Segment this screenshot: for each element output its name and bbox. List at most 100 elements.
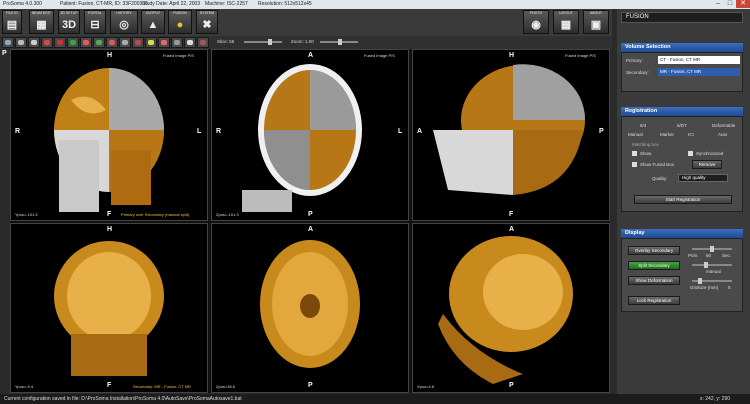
primary-select[interactable]: CT - Fusion, CT MR [658,56,740,64]
history-icon: ◎ [119,19,129,31]
title-bar: ProSoma 4.0.300 Patient: Fusion, CT-MR, … [0,0,750,9]
reset-tool-button[interactable] [197,37,209,48]
pane-axial-mr[interactable]: A P Zpos=36.6 [211,223,409,393]
prim-label: Prim. [688,253,699,258]
manual-label: manual [706,269,721,274]
matching-box-label: Matching box [632,142,659,147]
layout-button[interactable]: LAYOUT ▦ [553,10,579,34]
blend-percent: 50 [706,253,712,258]
fusion-icon: ● [176,19,184,31]
brush-tool-button[interactable] [67,37,79,48]
blend-slider[interactable] [692,246,732,252]
pane5-position: Zpos=36.6 [216,384,236,389]
method-manual-option[interactable]: Manual [628,132,643,137]
gridsize-label: Gridsize (mm) [690,285,719,290]
zoom-label: Zoom: 1.00 [291,39,314,44]
secondary-select[interactable]: MR - Fusion, CT MR [658,68,740,76]
pane4-caption: Secondary: MR - Fusion, CT MR [133,384,191,389]
method-auto-option[interactable]: Auto [718,132,727,137]
tool-strip: Slice: 55 Zoom: 1.00 [0,36,612,49]
mode-6dt-option[interactable]: 6/DT [677,123,687,128]
image-viewer[interactable]: H F R L Fused Image P/S Ypos=-101.3 Prim… [10,49,610,393]
gridsize-slider[interactable] [692,278,732,284]
start-registration-button[interactable]: Start Registration [634,195,732,204]
3d-setup-button[interactable]: 3D SETUP 3D [58,10,80,34]
show-fused-box-label: Show Fused Box [640,162,675,167]
secondary-label: Secondary: [626,70,649,75]
split-secondary-button[interactable]: Split Secondary [628,261,680,270]
method-marker-option[interactable]: Marker [660,132,674,137]
pen-tool-button[interactable] [28,37,40,48]
show-checkbox[interactable] [632,151,637,156]
pointer-tool-button[interactable] [2,37,14,48]
file-id-button[interactable]: FILE ID ▤ [2,10,22,34]
pane3-right-label: P [599,128,604,135]
registration-header: Registration [621,107,743,116]
pane2-left-label: R [216,128,222,135]
about-button[interactable]: ABOUT ▣ [583,10,609,34]
mode-6-3-option[interactable]: 6/3 [640,123,646,128]
show-deformation-button[interactable]: Show Deformation [628,276,680,285]
pane1-top-label: H [107,52,113,59]
pane-coronal-mr[interactable]: H F Ypos=-9.4 Secondary: MR - Fusion, CT… [10,223,208,393]
axial-fused-image [242,64,362,212]
output-button[interactable]: OUTPUT ▲ [141,10,165,34]
show-fused-box-checkbox[interactable] [632,162,637,167]
pane5-bottom-label: P [308,382,313,389]
pane3-bottom-label: F [509,211,514,218]
copy-tool-button[interactable] [106,37,118,48]
split-slider[interactable] [692,262,732,268]
fill-tool-button[interactable] [80,37,92,48]
pane-sagittal-fused[interactable]: H F A P Fused Image P/S [412,49,610,221]
history-button[interactable]: HISTORY ◎ [110,10,138,34]
display-panel: Overlay Secondary Split Secondary Show D… [621,238,743,312]
volume-selection-header: Volume Selection [621,43,743,52]
pane-axial-fused[interactable]: A P R L Fused Image P/S Zpos=-101.3 [211,49,409,221]
pane-sagittal-mr[interactable]: A P Xpos=4.6 [412,223,610,393]
output-icon: ▲ [147,19,159,31]
camera-icon: ◉ [531,19,541,31]
fusion-button[interactable]: FUSION ● [168,10,192,34]
slice-slider[interactable] [244,39,282,45]
volume-selection-panel: Primary: CT - Fusion, CT MR Secondary: M… [621,52,743,92]
cursor-coords: x: 242, y: 290 [700,396,731,402]
tools-icon: ✖ [202,19,212,31]
undo-tool-button[interactable] [132,37,144,48]
portal-button[interactable]: PORTAL ⊟ [84,10,106,34]
system-button[interactable]: SYSTEM ✖ [196,10,218,34]
synchronized-label: Synchronized [696,151,724,156]
pane6-position: Xpos=4.6 [417,384,435,389]
close-icon[interactable]: ✕ [736,0,750,8]
measure-tool-button[interactable] [145,37,157,48]
beam-edit-button[interactable]: BEAM EDIT ▦ [29,10,54,34]
pane-coronal-fused[interactable]: H F R L Fused Image P/S Ypos=-101.3 Prim… [10,49,208,221]
3d-text-icon: 3D [61,19,77,31]
erase-tool-button[interactable] [93,37,105,48]
zoom-tool-button[interactable] [184,37,196,48]
pane1-bottom-label: F [107,211,112,218]
mode-deformable-option[interactable]: Deformable [712,123,735,128]
pane2-bottom-label: P [308,211,313,218]
quality-select[interactable]: High quality [678,174,728,182]
paste-tool-button[interactable] [119,37,131,48]
sec-label: Sec. [722,253,732,258]
overlay-secondary-button[interactable]: Overlay Secondary [628,246,680,255]
panel-title: FUSION [621,12,743,23]
main-toolbar: FILE ID ▤ BEAM EDIT ▦ 3D SETUP 3D PORTAL… [0,9,612,36]
contour-tool-button[interactable] [41,37,53,48]
photo-button[interactable]: PHOTO ◉ [523,10,549,34]
maximize-icon[interactable]: □ [724,0,736,8]
point-tool-button[interactable] [158,37,170,48]
pane6-bottom-label: P [509,382,514,389]
zoom-slider[interactable] [320,39,358,45]
lock-registration-button[interactable]: Lock Registration [628,296,680,305]
status-text: Current configuration saved in file: D:\… [4,396,242,402]
roi-tool-button[interactable] [54,37,66,48]
document-icon: ▤ [6,19,18,31]
pan-tool-button[interactable] [15,37,27,48]
window-tool-button[interactable] [171,37,183,48]
remove-button[interactable]: Remove [692,160,722,169]
minimize-icon[interactable]: – [712,0,724,8]
synchronized-checkbox[interactable] [688,151,693,156]
method-ici-option[interactable]: ICI [688,132,694,137]
